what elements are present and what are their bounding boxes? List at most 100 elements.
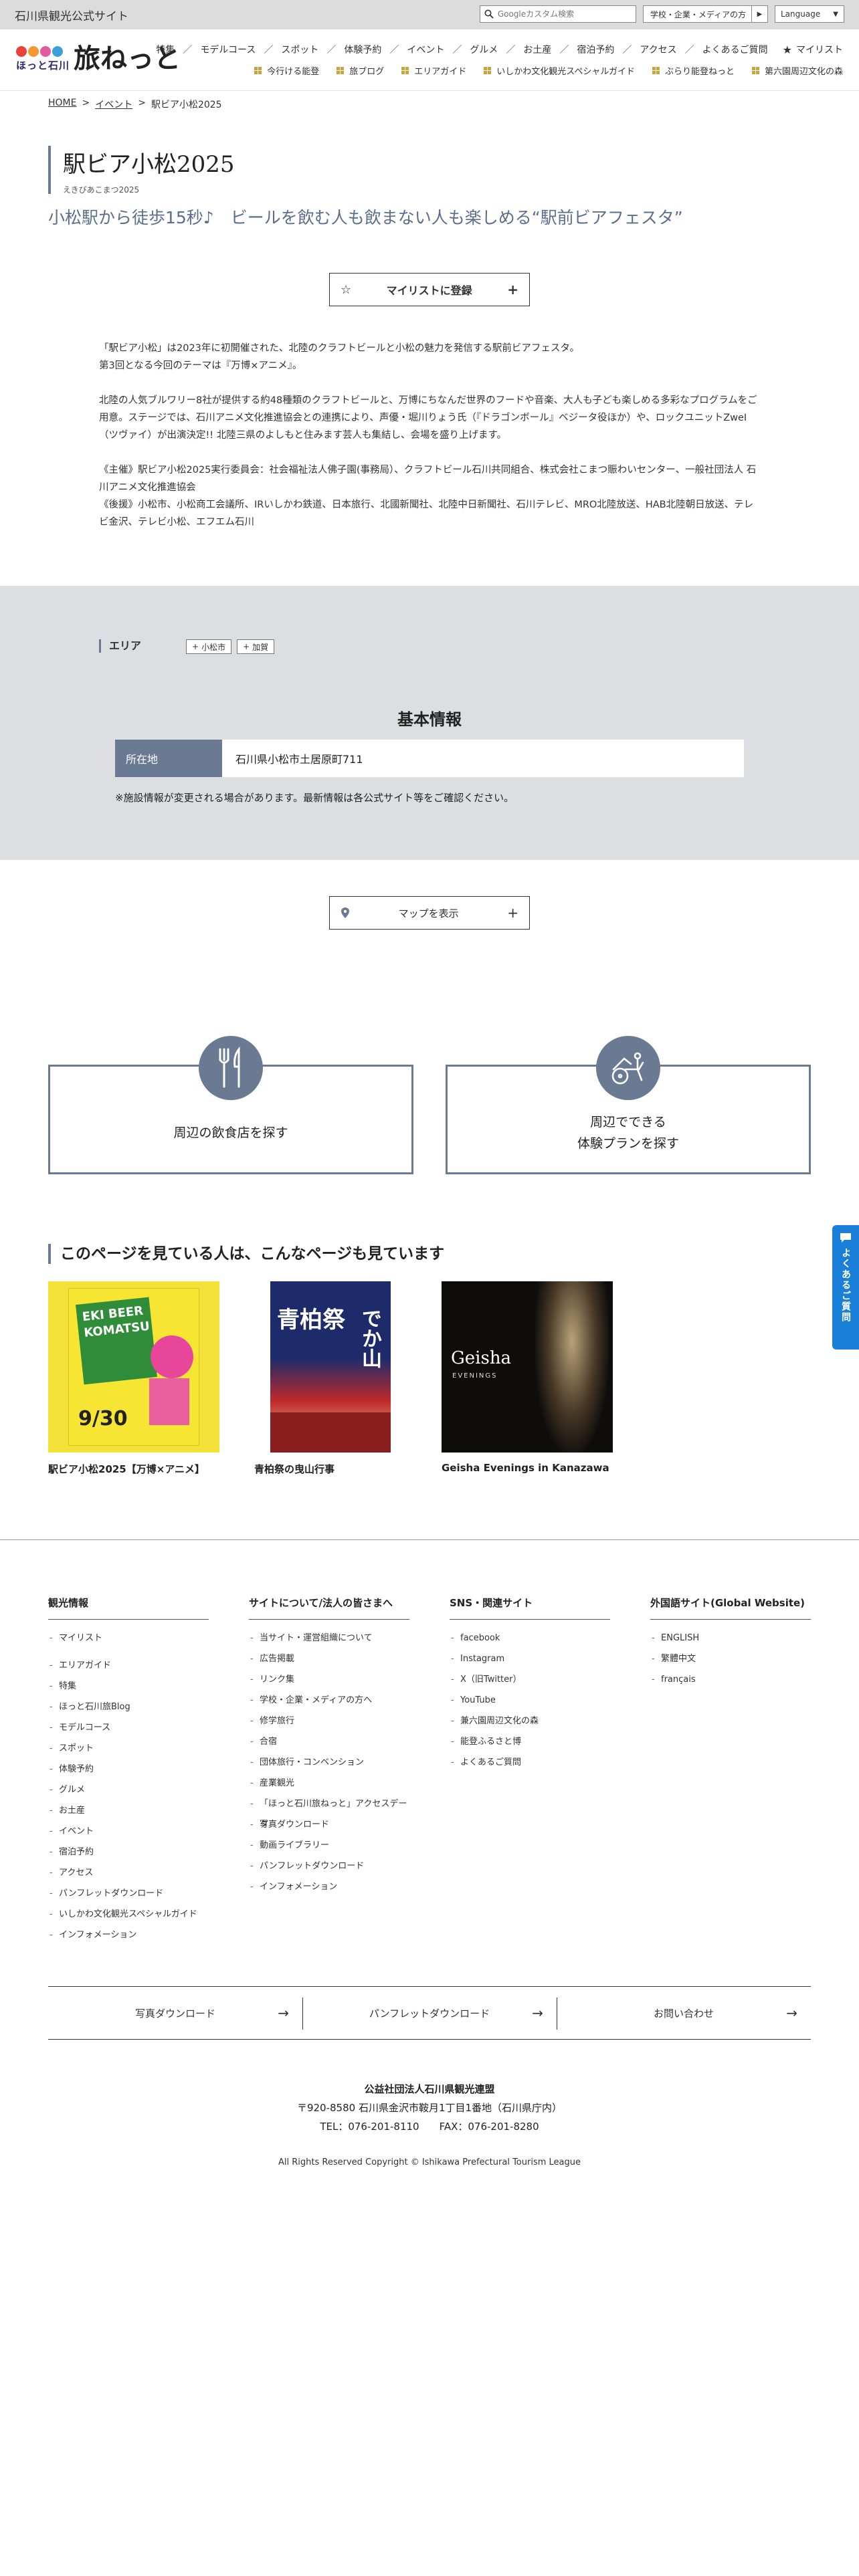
footer-link[interactable]: YouTube: [450, 1690, 610, 1711]
footer-link[interactable]: 団体旅行・コンベンション: [249, 1752, 409, 1773]
footer-link[interactable]: 宿泊予約: [48, 1842, 209, 1862]
footer-link[interactable]: 繁體中文: [650, 1648, 811, 1669]
footer-link[interactable]: 体験予約: [48, 1759, 209, 1780]
footer-link[interactable]: X（旧Twitter）: [450, 1669, 610, 1690]
sub-nav: 今行ける能登 旅ブログ エリアガイド いしかわ文化観光スペシャルガイド ぶらり能…: [254, 64, 843, 77]
poster-title: Geisha: [451, 1348, 512, 1368]
footer-link[interactable]: 「ほっと石川旅ねっと」アクセスデータ: [249, 1794, 409, 1830]
nav-event[interactable]: イベント: [407, 43, 444, 56]
breadcrumb-home[interactable]: HOME: [48, 98, 76, 111]
subnav-burari-noto-label: ぶらり能登ねっと: [664, 67, 735, 77]
footer-link[interactable]: facebook: [450, 1628, 610, 1648]
footer-buttons: 写真ダウンロード → パンフレットダウンロード → お問い合わせ →: [48, 1986, 811, 2040]
footer-link[interactable]: Instagram: [450, 1648, 610, 1669]
search-box[interactable]: [479, 5, 636, 23]
footer-col-title: 外国語サイト(Global Website): [650, 1596, 811, 1620]
faq-side-tab[interactable]: よくあるご質問: [832, 1225, 859, 1350]
nav-faq[interactable]: よくあるご質問: [702, 43, 768, 56]
arrow-right-icon: →: [278, 2005, 289, 2021]
chat-bubble-icon: [840, 1233, 851, 1243]
nav-lodging[interactable]: 宿泊予約: [577, 43, 614, 56]
map-pin-icon: [341, 907, 349, 918]
organization-info: 公益社団法人石川県観光連盟 〒920-8580 石川県金沢市鞍月1丁目1番地（石…: [0, 2080, 859, 2136]
subnav-burari-noto[interactable]: ぶらり能登ねっと: [652, 64, 735, 77]
footer-link[interactable]: 能登ふるさと博: [450, 1731, 610, 1752]
find-restaurants-card[interactable]: 周辺の飲食店を探す: [48, 1036, 413, 1174]
plus-icon: +: [243, 642, 250, 651]
contact-button[interactable]: お問い合わせ →: [557, 1987, 811, 2039]
nav-feature[interactable]: 特集: [156, 43, 175, 56]
footer-link[interactable]: パンフレットダウンロード: [249, 1856, 409, 1876]
nav-access[interactable]: アクセス: [640, 43, 676, 56]
subnav-noto-label: 今行ける能登: [267, 67, 320, 77]
subnav-blog-label: 旅ブログ: [349, 67, 385, 77]
related-item[interactable]: 青柏祭 でか山 青柏祭の曳山行事: [254, 1281, 425, 1476]
footer-link[interactable]: 合宿: [249, 1731, 409, 1752]
footer-link[interactable]: 産業観光: [249, 1773, 409, 1794]
footer-link[interactable]: 修学旅行: [249, 1711, 409, 1731]
grid-icon: [751, 67, 759, 74]
nav-spot[interactable]: スポット: [281, 43, 318, 56]
language-label: Language: [781, 9, 821, 19]
footer-link[interactable]: 学校・企業・メディアの方へ: [249, 1690, 409, 1711]
plus-icon: +: [192, 642, 199, 651]
subnav-culture-forest[interactable]: 第六園周辺文化の森: [751, 64, 843, 77]
footer-link[interactable]: français: [650, 1669, 811, 1690]
footer-link[interactable]: 当サイト・運営組織について: [249, 1628, 409, 1648]
footer-link[interactable]: よくあるご質問: [450, 1752, 610, 1773]
footer-link[interactable]: マイリスト: [48, 1628, 209, 1648]
subnav-culture-guide[interactable]: いしかわ文化観光スペシャルガイド: [484, 64, 635, 77]
footer-col-tourism: 観光情報 マイリスト エリアガイド 特集 ほっと石川旅Blog モデルコース ス…: [48, 1596, 209, 1945]
footer-link[interactable]: ENGLISH: [650, 1628, 811, 1648]
org-name: 公益社団法人石川県観光連盟: [364, 2083, 495, 2095]
nav-model-course[interactable]: モデルコース: [200, 43, 256, 56]
nav-gourmet[interactable]: グルメ: [470, 43, 498, 56]
topbar: 石川県観光公式サイト 学校・企業・メディアの方 ▶ Language ▼: [0, 0, 859, 29]
footer-link[interactable]: ほっと石川旅Blog: [48, 1697, 209, 1717]
subnav-blog[interactable]: 旅ブログ: [337, 64, 384, 77]
footer-link[interactable]: グルメ: [48, 1780, 209, 1800]
rickshaw-icon: [596, 1036, 660, 1100]
footer-divider: [0, 1539, 859, 1540]
nav-experience[interactable]: 体験予約: [344, 43, 381, 56]
breadcrumb-event[interactable]: イベント: [95, 98, 132, 111]
footer-link[interactable]: 動画ライブラリー: [249, 1835, 409, 1856]
footer-link[interactable]: 広告掲載: [249, 1648, 409, 1669]
nav-souvenir[interactable]: お土産: [523, 43, 551, 56]
show-map-button[interactable]: マップを表示 +: [329, 896, 530, 930]
area-tag[interactable]: + 小松市: [186, 639, 232, 654]
footer-link[interactable]: エリアガイド: [48, 1655, 209, 1676]
photo-download-label: 写真ダウンロード: [134, 2007, 215, 2020]
site-label: 石川県観光公式サイト: [15, 9, 128, 23]
photo-download-button[interactable]: 写真ダウンロード →: [48, 1987, 302, 2039]
related-item[interactable]: Geisha EVENINGS Geisha Evenings in Kanaz…: [442, 1281, 613, 1474]
subnav-noto[interactable]: 今行ける能登: [254, 64, 319, 77]
footer-link[interactable]: パンフレットダウンロード: [48, 1883, 209, 1904]
main-nav: 特集／ モデルコース／ スポット／ 体験予約／ イベント／ グルメ／ お土産／ …: [156, 43, 843, 56]
add-to-mylist-button[interactable]: ☆ マイリストに登録 +: [329, 273, 530, 306]
search-input[interactable]: [497, 9, 625, 19]
footer-link[interactable]: イベント: [48, 1821, 209, 1842]
footer-link[interactable]: モデルコース: [48, 1717, 209, 1738]
pamphlet-download-button[interactable]: パンフレットダウンロード →: [302, 1987, 557, 2039]
footer-col-about: サイトについて/法人の皆さまへ 当サイト・運営組織について 広告掲載 リンク集 …: [249, 1596, 409, 1897]
mylist-link[interactable]: ★ マイリスト: [783, 43, 843, 56]
find-restaurants-label: 周辺の飲食店を探す: [173, 1125, 288, 1140]
footer-link[interactable]: スポット: [48, 1738, 209, 1759]
footer-link[interactable]: 特集: [48, 1676, 209, 1697]
footer-link[interactable]: アクセス: [48, 1862, 209, 1883]
footer-link[interactable]: 写真ダウンロード: [249, 1814, 409, 1835]
footer-link[interactable]: リンク集: [249, 1669, 409, 1690]
find-experience-card[interactable]: 周辺でできる 体験プランを探す: [446, 1036, 811, 1174]
area-label: エリア: [99, 639, 141, 653]
related-item[interactable]: EKI BEER KOMATSU 9/30 駅ビア小松2025【万博×アニメ】: [48, 1281, 219, 1476]
area-tag[interactable]: + 加賀: [237, 639, 275, 654]
school-media-button[interactable]: 学校・企業・メディアの方 ▶: [642, 5, 768, 23]
footer-link[interactable]: 兼六園周辺文化の森: [450, 1711, 610, 1731]
footer-link[interactable]: お土産: [48, 1800, 209, 1821]
footer-link[interactable]: インフォメーション: [48, 1925, 209, 1945]
subnav-area-guide[interactable]: エリアガイド: [401, 64, 466, 77]
footer-link[interactable]: インフォメーション: [249, 1876, 409, 1897]
footer-link[interactable]: いしかわ文化観光スペシャルガイド: [48, 1904, 209, 1925]
language-select[interactable]: Language ▼: [775, 5, 844, 23]
